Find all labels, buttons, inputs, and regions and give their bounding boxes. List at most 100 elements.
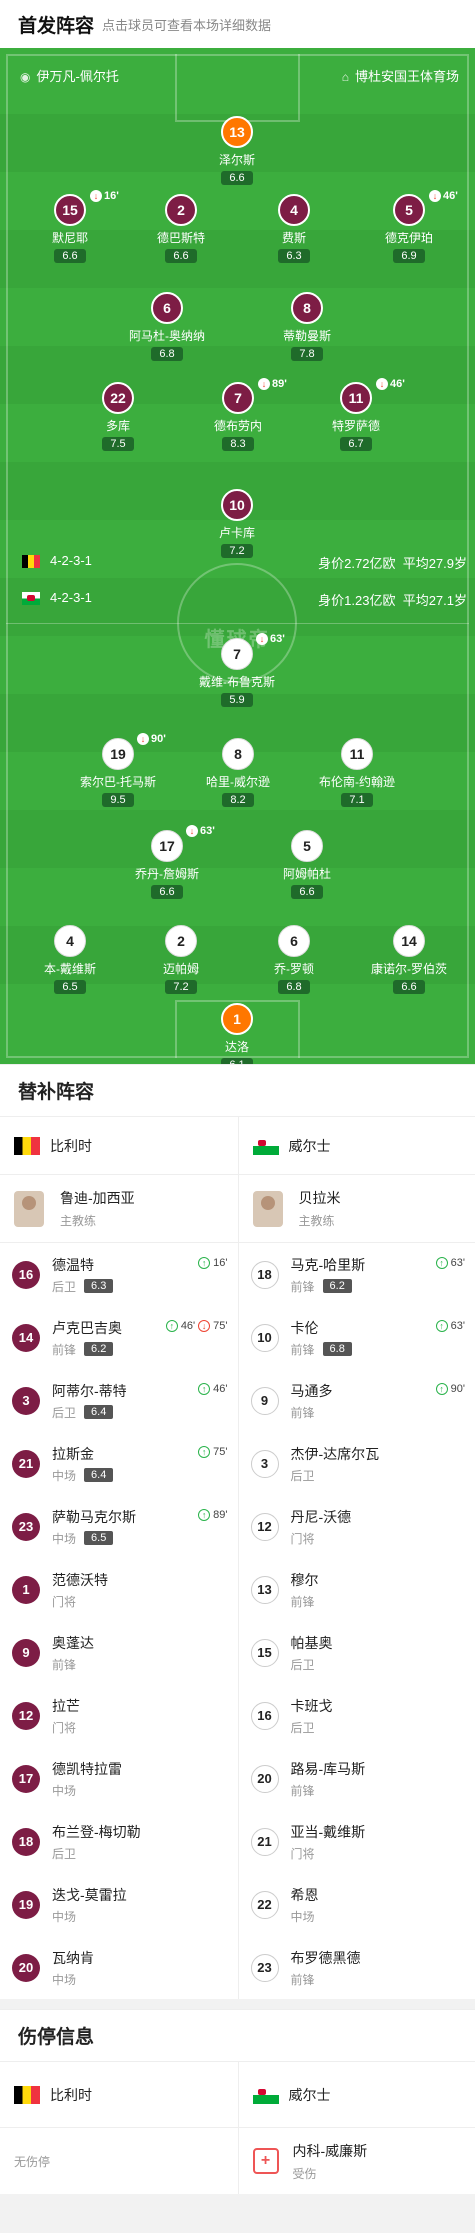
sub-player-row[interactable]: 16 德温特 后卫 6.3 ↑ 16' (0, 1243, 238, 1306)
pitch-player[interactable]: 13 泽尔斯 6.6 (177, 116, 297, 186)
sub-number: 10 (250, 1323, 279, 1352)
away-formation-row: 4-2-3-1 身价1.23亿欧 平均27.1岁 (22, 590, 467, 609)
home-injury-column: 比利时 无伤停 (0, 2062, 238, 2194)
pitch-player[interactable]: 14 康诺尔-罗伯茨 6.6 (349, 925, 469, 995)
sub-player-row[interactable]: 21 亚当-戴维斯 门将 (239, 1810, 475, 1873)
sub-name: 卡伦 (290, 1319, 319, 1336)
wales-flag-icon (252, 1136, 279, 1155)
pitch-player[interactable]: 15 ↓ 16' 默尼耶 6.6 (10, 190, 130, 264)
pitch-player[interactable]: 5 ↓ 46' 德克伊珀 6.9 (349, 190, 469, 264)
injured-player[interactable]: + 内科-威廉斯 受伤 (239, 2128, 475, 2194)
player-name: 德巴斯特 (156, 231, 205, 245)
pitch-player[interactable]: 7 ↓ 63' 戴维-布鲁克斯 5.9 (177, 633, 297, 708)
pitch-player[interactable]: 2 迈帕姆 7.2 (121, 925, 241, 995)
player-rating: 7.5 (102, 437, 134, 451)
pitch-player[interactable]: 10 卢卡库 7.2 (177, 489, 297, 559)
sub-player-row[interactable]: 23 萨勒马克尔斯 中场 6.5 ↑ 89' (0, 1495, 238, 1558)
sub-number: 14 (12, 1323, 40, 1352)
coach-label: 伊万凡-佩尔托 (36, 69, 119, 84)
player-rating: 6.6 (165, 249, 197, 263)
away-injury-team: 威尔士 (238, 2062, 475, 2128)
pitch-player[interactable]: 6 乔-罗顿 6.8 (234, 925, 354, 995)
player-name: 蒂勒曼斯 (282, 329, 331, 343)
home-subs-column: 比利时 鲁迪-加西亚 主教练 16 德温特 后卫 6.3 ↑ 16' 14 卢克巴吉奥 前锋 6.2… (0, 1117, 238, 1999)
sub-position: 后卫 (290, 1468, 315, 1483)
sub-player-row[interactable]: 3 阿蒂尔-蒂特 后卫 6.4 ↑ 46' (0, 1369, 238, 1432)
sub-name: 马克-哈里斯 (290, 1256, 366, 1273)
sub-name: 奥蓬达 (52, 1634, 94, 1651)
pitch-player[interactable]: 1 达洛 6.1 (177, 1003, 297, 1064)
sub-player-row[interactable]: 9 奥蓬达 前锋 (0, 1621, 238, 1684)
pitch-player[interactable]: 11 ↓ 46' 特罗萨德 6.7 (296, 378, 416, 452)
sub-name: 阿蒂尔-蒂特 (52, 1382, 127, 1399)
wales-flag-icon (22, 592, 40, 606)
pitch-player[interactable]: 8 蒂勒曼斯 7.8 (247, 292, 367, 362)
sub-player-row[interactable]: 17 德凯特拉雷 中场 (0, 1747, 238, 1810)
sub-number: 21 (250, 1827, 279, 1856)
sub-player-row[interactable]: 3 杰伊-达席尔瓦 后卫 (239, 1432, 475, 1495)
pitch-player[interactable]: 6 阿马杜-奥纳纳 6.8 (107, 292, 227, 362)
sub-player-row[interactable]: 20 路易-库马斯 前锋 (239, 1747, 475, 1810)
pitch-player[interactable]: 19 ↓ 90' 索尔巴-托马斯 9.5 (58, 733, 178, 808)
home-injury-none: 无伤停 (0, 2128, 238, 2194)
sub-player-row[interactable]: 1 范德沃特 门将 (0, 1558, 238, 1621)
sub-player-row[interactable]: 15 帕基奥 后卫 (239, 1621, 475, 1684)
player-name: 乔-罗顿 (274, 962, 314, 976)
pitch-player[interactable]: 4 费斯 6.3 (234, 194, 354, 264)
medical-icon: + (252, 2148, 279, 2174)
pitch-player[interactable]: 7 ↓ 89' 德布劳内 8.3 (178, 378, 298, 452)
sub-number: 12 (12, 1701, 40, 1730)
subs-panel: 比利时 鲁迪-加西亚 主教练 16 德温特 后卫 6.3 ↑ 16' 14 卢克巴吉奥 前锋 6.2… (0, 1116, 475, 1999)
sub-player-row[interactable]: 22 希恩 中场 (239, 1873, 475, 1936)
pitch-player[interactable]: 2 德巴斯特 6.6 (121, 194, 241, 264)
sub-out-icon: ↓ (258, 378, 270, 390)
sub-player-row[interactable]: 14 卢克巴吉奥 前锋 6.2 ↑ 46' ↓ 75' (0, 1306, 238, 1369)
away-coach[interactable]: 贝拉米 主教练 (238, 1175, 475, 1243)
sub-number: 13 (250, 1575, 279, 1604)
sub-player-row[interactable]: 18 布兰登-梅切勒 后卫 (0, 1810, 238, 1873)
sub-player-row[interactable]: 19 迭戈-莫雷拉 中场 (0, 1873, 238, 1936)
sub-number: 3 (250, 1449, 279, 1478)
sub-name: 卢克巴吉奥 (52, 1319, 122, 1336)
away-team-name: 威尔士 (288, 1137, 331, 1154)
sub-name: 卡班戈 (290, 1697, 333, 1714)
sub-position: 前锋 (290, 1342, 315, 1357)
pitch-player[interactable]: 8 哈里-威尔逊 8.2 (178, 738, 298, 808)
pitch-player[interactable]: 11 布伦南-约翰逊 7.1 (297, 738, 417, 808)
player-number: 7 ↓ 89' (222, 378, 287, 414)
player-number: 22 (102, 382, 134, 414)
sub-number: 22 (250, 1890, 279, 1919)
belgium-flag-icon (14, 2085, 40, 2104)
pitch-player[interactable]: 5 阿姆帕杜 6.6 (247, 830, 367, 900)
player-name: 费斯 (281, 231, 306, 245)
sub-events: ↑ 46' (198, 1383, 228, 1395)
sub-player-row[interactable]: 16 卡班戈 后卫 (239, 1684, 475, 1747)
sub-number: 15 (250, 1638, 279, 1667)
sub-position: 后卫 (290, 1657, 315, 1672)
sub-position: 前锋 (290, 1972, 315, 1987)
sub-position: 中场 (52, 1972, 77, 1987)
sub-player-row[interactable]: 21 拉斯金 中场 6.4 ↑ 75' (0, 1432, 238, 1495)
sub-player-row[interactable]: 12 拉芒 门将 (0, 1684, 238, 1747)
home-age: 平均27.9岁 (402, 556, 467, 571)
pitch-player[interactable]: 17 ↓ 63' 乔丹-詹姆斯 6.6 (107, 825, 227, 900)
sub-player-row[interactable]: 13 穆尔 前锋 (239, 1558, 475, 1621)
sub-player-row[interactable]: 20 瓦纳肯 中场 (0, 1936, 238, 1999)
sub-player-row[interactable]: 23 布罗德黑德 前锋 (239, 1936, 475, 1999)
sub-player-row[interactable]: 10 卡伦 前锋 6.8 ↑ 63' (239, 1306, 475, 1369)
sub-name: 拉斯金 (52, 1445, 94, 1462)
sub-player-row[interactable]: 9 马通多 前锋 ↑ 90' (239, 1369, 475, 1432)
sub-position: 门将 (52, 1720, 77, 1735)
sub-player-row[interactable]: 12 丹尼-沃德 门将 (239, 1495, 475, 1558)
sub-in-icon: ↑ (435, 1257, 448, 1269)
pitch-player[interactable]: 22 多库 7.5 (58, 382, 178, 452)
sub-name: 德温特 (52, 1256, 94, 1273)
sub-player-row[interactable]: 18 马克-哈里斯 前锋 6.2 ↑ 63' (239, 1243, 475, 1306)
player-rating: 6.6 (393, 980, 425, 994)
sub-name: 范德沃特 (52, 1571, 108, 1588)
sub-number: 9 (250, 1386, 279, 1415)
home-coach[interactable]: 鲁迪-加西亚 主教练 (0, 1175, 238, 1243)
sub-rating: 6.4 (84, 1405, 114, 1419)
pitch: ◉伊万凡-佩尔托 ⌂博杜安国王体育场 懂球帝 4-2-3-1 身价2.72亿欧 … (0, 48, 475, 1064)
pitch-player[interactable]: 4 本-戴维斯 6.5 (10, 925, 130, 995)
